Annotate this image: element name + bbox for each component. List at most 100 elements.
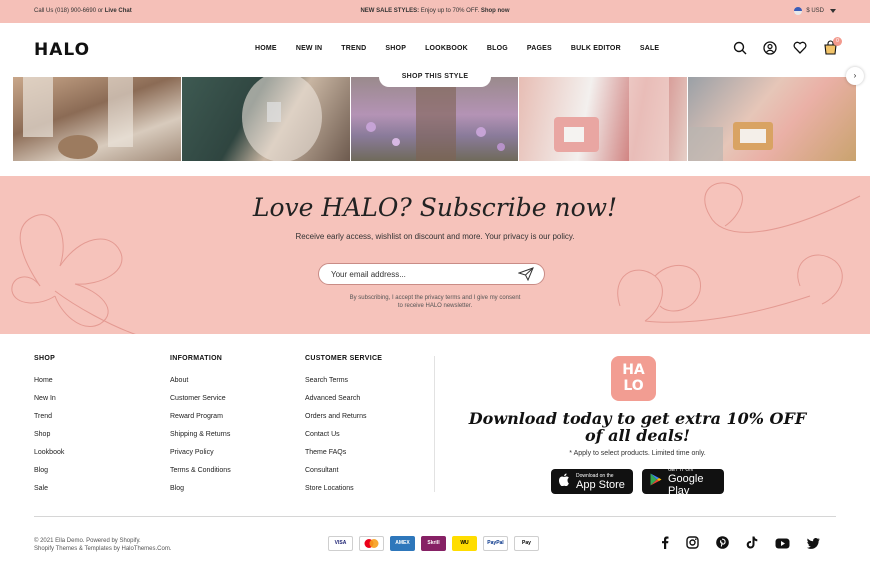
nav-item-pages[interactable]: PAGES <box>527 45 552 52</box>
footer-link-store-locations[interactable]: Store Locations <box>305 485 366 503</box>
app-logo-line: HA <box>622 362 645 378</box>
instagram-image[interactable] <box>181 77 350 161</box>
footer-link-terms-conditions[interactable]: Terms & Conditions <box>170 467 231 485</box>
nav-item-blog[interactable]: BLOG <box>487 45 508 52</box>
footer-link-advanced-search[interactable]: Advanced Search <box>305 395 366 413</box>
apple-icon <box>558 473 570 491</box>
cart-count-badge: 0 <box>833 37 842 46</box>
send-icon[interactable] <box>517 267 534 286</box>
apple-pay-payment-icon: Pay <box>514 536 539 551</box>
nav-item-new-in[interactable]: NEW IN <box>296 45 322 52</box>
footer-link-about[interactable]: About <box>170 377 231 395</box>
copyright-line: © 2021 Ella Demo. Powered by Shopify. <box>34 538 141 544</box>
youtube-icon[interactable] <box>775 536 790 554</box>
app-store-button[interactable]: Download on the App Store <box>551 469 633 494</box>
footer-link-consultant[interactable]: Consultant <box>305 467 366 485</box>
footer-link-orders-returns[interactable]: Orders and Returns <box>305 413 366 431</box>
footer-link-sale[interactable]: Sale <box>34 485 64 503</box>
newsletter-title: Love HALO? Subscribe now! <box>252 193 618 222</box>
footer-link-customer-service[interactable]: Customer Service <box>170 395 231 413</box>
footer-link-lookbook[interactable]: Lookbook <box>34 449 64 467</box>
footer-link-trend[interactable]: Trend <box>34 413 64 431</box>
sale-text: Enjoy up to 70% OFF. <box>419 8 481 14</box>
paypal-payment-icon: PayPal <box>483 536 508 551</box>
newsletter-disclaimer: By subscribing, I accept the privacy ter… <box>0 294 870 310</box>
social-links <box>661 536 820 554</box>
nav-item-home[interactable]: HOME <box>255 45 277 52</box>
instagram-gallery <box>13 77 856 161</box>
footer-link-blog[interactable]: Blog <box>170 485 231 503</box>
footer-link-reward-program[interactable]: Reward Program <box>170 413 231 431</box>
copyright: © 2021 Ella Demo. Powered by Shopify. Sh… <box>34 537 172 553</box>
app-logo: HA LO <box>611 356 656 401</box>
newsletter-subtitle: Receive early access, wishlist on discou… <box>295 232 575 241</box>
app-store-text: Download on the App Store <box>576 473 625 491</box>
footer-link-home[interactable]: Home <box>34 377 64 395</box>
disclaimer-line: to receive HALO newsletter. <box>397 303 473 309</box>
disclaimer-line: By subscribing, I accept the privacy ter… <box>349 295 521 301</box>
nav-item-shop[interactable]: SHOP <box>385 45 406 52</box>
nav-item-bulk-editor[interactable]: BULK EDITOR <box>571 45 621 52</box>
nav-item-sale[interactable]: SALE <box>640 45 659 52</box>
footer-link-contact-us[interactable]: Contact Us <box>305 431 366 449</box>
carousel-next-arrow-icon[interactable]: › <box>846 67 864 85</box>
twitter-icon[interactable] <box>807 536 820 554</box>
instagram-image[interactable] <box>350 77 519 161</box>
sale-label: NEW SALE STYLES: <box>360 8 420 14</box>
tiktok-icon[interactable] <box>746 536 758 554</box>
shop-now-link[interactable]: Shop now <box>481 8 510 14</box>
app-promo-heading: Download today to get extra 10% OFF of a… <box>468 409 807 445</box>
email-input[interactable] <box>331 268 511 281</box>
instagram-icon[interactable] <box>686 536 699 554</box>
app-promo-note: * Apply to select products. Limited time… <box>569 450 706 457</box>
site-logo[interactable]: HALO <box>34 40 90 60</box>
newsletter-form <box>318 263 545 285</box>
google-play-text: GET IT ON Google Play <box>668 467 716 497</box>
payment-methods: VISA AMEX Skrill WU PayPal Pay <box>328 536 539 551</box>
shop-this-style-button[interactable]: SHOP THIS STYLE <box>379 67 491 87</box>
currency-label: $ USD <box>806 8 824 14</box>
cart-icon[interactable]: 0 <box>823 37 842 55</box>
wishlist-heart-icon[interactable] <box>793 41 807 54</box>
copyright-line: Shopify Themes & Templates by HaloThemes… <box>34 546 172 552</box>
footer-link-theme-faqs[interactable]: Theme FAQs <box>305 449 366 467</box>
main-nav: HOME NEW IN TREND SHOP LOOKBOOK BLOG PAG… <box>255 45 678 52</box>
account-icon[interactable] <box>763 40 777 55</box>
footer-link-search-terms[interactable]: Search Terms <box>305 377 366 395</box>
nav-item-trend[interactable]: TREND <box>341 45 366 52</box>
header-icons: 0 <box>733 37 842 55</box>
instagram-image[interactable] <box>13 77 181 161</box>
google-play-big-label: Google Play <box>668 472 704 497</box>
pinterest-icon[interactable] <box>716 536 729 554</box>
instagram-image[interactable] <box>688 77 856 161</box>
footer-link-new-in[interactable]: New In <box>34 395 64 413</box>
footer-link-shop[interactable]: Shop <box>34 431 64 449</box>
footer-customer-service-links: Search Terms Advanced Search Orders and … <box>305 377 366 503</box>
chevron-down-icon <box>830 9 836 13</box>
footer-link-privacy-policy[interactable]: Privacy Policy <box>170 449 231 467</box>
western-union-payment-icon: WU <box>452 536 477 551</box>
currency-selector[interactable]: $ USD <box>794 7 836 15</box>
footer-information-links: About Customer Service Reward Program Sh… <box>170 377 231 503</box>
footer-link-shipping-returns[interactable]: Shipping & Returns <box>170 431 231 449</box>
search-icon[interactable] <box>733 41 747 55</box>
newsletter-section: Love HALO? Subscribe now! Receive early … <box>0 176 870 334</box>
announcement-bar: Call Us (018) 900-6690 or Live Chat NEW … <box>0 0 870 23</box>
footer-divider <box>434 356 435 492</box>
google-play-button[interactable]: GET IT ON Google Play <box>642 467 724 497</box>
footer-bottom-divider <box>34 516 836 517</box>
amex-payment-icon: AMEX <box>390 536 415 551</box>
skrill-payment-icon: Skrill <box>421 536 446 551</box>
facebook-icon[interactable] <box>661 536 669 554</box>
instagram-image[interactable] <box>519 77 688 161</box>
footer-customer-service-title: CUSTOMER SERVICE <box>305 355 383 362</box>
google-play-icon <box>650 473 662 491</box>
app-store-big-label: App Store <box>576 478 625 491</box>
mastercard-payment-icon <box>359 536 384 551</box>
us-flag-icon <box>794 7 803 15</box>
nav-item-lookbook[interactable]: LOOKBOOK <box>425 45 468 52</box>
footer-shop-links: Home New In Trend Shop Lookbook Blog Sal… <box>34 377 64 503</box>
sale-announcement: NEW SALE STYLES: Enjoy up to 70% OFF. Sh… <box>0 8 870 14</box>
footer-link-blog[interactable]: Blog <box>34 467 64 485</box>
visa-payment-icon: VISA <box>328 536 353 551</box>
